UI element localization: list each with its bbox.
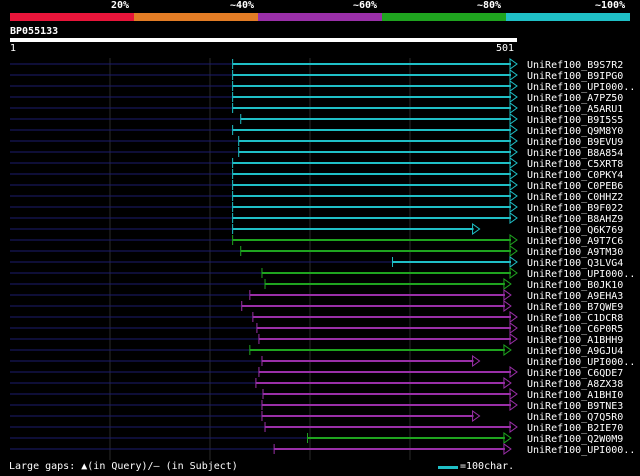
gaps-subject-text: (in Subject) [159,461,238,472]
hit-arrowhead [509,245,518,257]
hit-arrowhead [503,344,512,356]
hit-arrowhead [509,388,518,400]
hit-label[interactable]: UniRef100_C0PEB6 [527,181,623,192]
hit-label[interactable]: UniRef100_C5XRT8 [527,159,623,170]
hit-arrowhead [509,102,518,114]
hit-arrowhead [472,355,481,367]
hit-label[interactable]: UniRef100_B0JK10 [527,280,623,291]
hit-arrowhead [509,311,518,323]
hit-arrowhead [509,58,518,70]
hit-label[interactable]: UniRef100_B2IE70 [527,423,623,434]
hit-label[interactable]: UniRef100_A9TM30 [527,247,623,258]
scale-legend: =100char. [438,461,514,473]
hit-arrowhead [509,124,518,136]
hit-label[interactable]: UniRef100_B9IPG0 [527,71,623,82]
hit-label[interactable]: UniRef100_B9I5S5 [527,115,623,126]
hit-arrowhead [503,300,512,312]
hit-arrowhead [503,278,512,290]
hit-label[interactable]: UniRef100_A8ZX38 [527,379,623,390]
hit-label[interactable]: UniRef100_A7PZ50 [527,93,623,104]
hit-label[interactable]: UniRef100_A1BHH9 [527,335,623,346]
gaps-prefix: Large gaps: [9,461,82,472]
hit-label[interactable]: UniRef100_UPI000.. [527,82,635,93]
hit-label[interactable]: UniRef100_B8A854 [527,148,623,159]
hit-arrowhead [503,443,512,455]
hit-label[interactable]: UniRef100_B9S7R2 [527,60,623,71]
hit-label[interactable]: UniRef100_Q9M8Y0 [527,126,623,137]
hit-label[interactable]: UniRef100_A5ARU1 [527,104,623,115]
hit-arrowhead [509,179,518,191]
hit-arrowhead [509,212,518,224]
hit-arrowhead [509,201,518,213]
hit-label[interactable]: UniRef100_B9EVU9 [527,137,623,148]
hit-label[interactable]: UniRef100_UPI000.. [527,357,635,368]
hit-arrowhead [509,234,518,246]
hit-label[interactable]: UniRef100_UPI000.. [527,445,635,456]
scale-label: =100char. [460,461,515,472]
scale-bar [438,465,458,469]
hit-label[interactable]: UniRef100_A9T7C6 [527,236,623,247]
hit-arrowhead [509,366,518,378]
hit-label[interactable]: UniRef100_C6QDE7 [527,368,623,379]
hit-arrowhead [509,113,518,125]
hit-arrowhead [503,432,512,444]
hit-label[interactable]: UniRef100_B9TNE3 [527,401,623,412]
hit-label[interactable]: UniRef100_Q2W0M9 [527,434,623,445]
hit-arrowhead [509,69,518,81]
hit-label[interactable]: UniRef100_Q7Q5R0 [527,412,623,423]
hit-label[interactable]: UniRef100_B8AHZ9 [527,214,623,225]
hit-arrowhead [509,168,518,180]
hit-label[interactable]: UniRef100_C0PKY4 [527,170,623,181]
hit-label[interactable]: UniRef100_C1DCR8 [527,313,623,324]
hit-arrowhead [509,322,518,334]
hit-label[interactable]: UniRef100_Q3LVG4 [527,258,623,269]
hit-label[interactable]: UniRef100_UPI000.. [527,269,635,280]
hit-arrowhead [509,267,518,279]
hit-arrowhead [509,256,518,268]
hit-label[interactable]: UniRef100_A9GJU4 [527,346,623,357]
alignment-plot: UniRef100_B9S7R2UniRef100_B9IPG0UniRef10… [10,58,635,460]
hit-label[interactable]: UniRef100_A9EHA3 [527,291,623,302]
gaps-query-text: (in Query)/ [87,461,154,472]
hit-label[interactable]: UniRef100_B9F022 [527,203,623,214]
hit-arrowhead [472,223,481,235]
hit-arrowhead [509,146,518,158]
hit-arrowhead [509,80,518,92]
hit-arrowhead [472,410,481,422]
hit-arrowhead [503,377,512,389]
hit-label[interactable]: UniRef100_C0HHZ2 [527,192,623,203]
hit-arrowhead [509,190,518,202]
hit-arrowhead [503,289,512,301]
hit-arrowhead [509,399,518,411]
hit-label[interactable]: UniRef100_Q6K769 [527,225,623,236]
hit-arrowhead [509,157,518,169]
hit-arrowhead [509,135,518,147]
hit-arrowhead [509,421,518,433]
hit-label[interactable]: UniRef100_A1BHI0 [527,390,623,401]
hit-label[interactable]: UniRef100_B7QWE9 [527,302,623,313]
hit-label[interactable]: UniRef100_C6P0R5 [527,324,623,335]
hit-arrowhead [509,91,518,103]
hit-arrowhead [509,333,518,345]
large-gaps-legend: Large gaps: ▲(in Query)/– (in Subject) [9,461,238,473]
